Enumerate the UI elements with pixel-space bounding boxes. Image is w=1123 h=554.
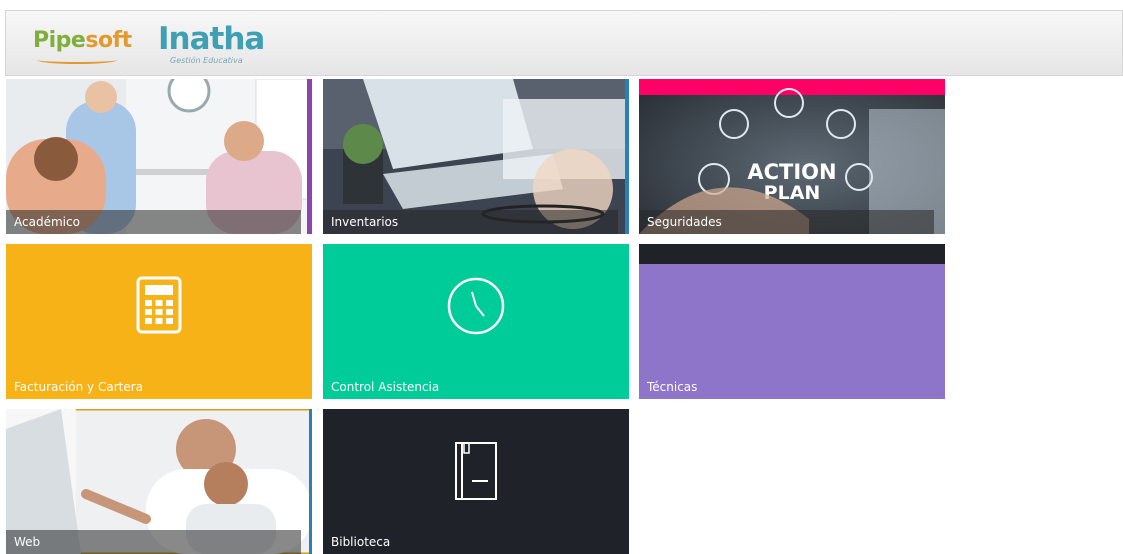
- tile-label: Web: [6, 530, 301, 554]
- app-header: Pipesoft Inatha Gestión Educativa: [5, 10, 1123, 76]
- tile-tecnicas[interactable]: Técnicas: [639, 244, 945, 399]
- tile-facturacion[interactable]: Facturación y Cartera: [6, 244, 312, 399]
- tile-label: Control Asistencia: [331, 380, 440, 394]
- tile-label: Académico: [6, 210, 301, 234]
- inatha-tagline: Gestión Educativa: [170, 56, 243, 65]
- pipesoft-logo[interactable]: Pipesoft: [33, 28, 132, 64]
- action-text: ACTION: [747, 160, 836, 184]
- tile-inventarios[interactable]: Inventarios: [323, 79, 629, 234]
- inatha-logo[interactable]: Inatha: [158, 21, 265, 57]
- tile-label: Inventarios: [323, 210, 618, 234]
- tile-label: Técnicas: [647, 380, 698, 394]
- tile-biblioteca[interactable]: Biblioteca: [323, 409, 629, 554]
- book-icon: [455, 442, 497, 500]
- tile-web[interactable]: Web: [6, 409, 312, 554]
- calculator-icon: [136, 276, 182, 334]
- tile-label: Seguridades: [639, 210, 934, 234]
- top-band: [639, 244, 945, 264]
- tile-control-asistencia[interactable]: Control Asistencia: [323, 244, 629, 399]
- clock-icon: [447, 277, 505, 335]
- tile-label: Facturación y Cartera: [14, 380, 143, 394]
- tile-seguridades[interactable]: ACTION PLAN Seguridades: [639, 79, 945, 234]
- tile-label: Biblioteca: [331, 535, 391, 549]
- tile-academico[interactable]: Académico: [6, 79, 312, 234]
